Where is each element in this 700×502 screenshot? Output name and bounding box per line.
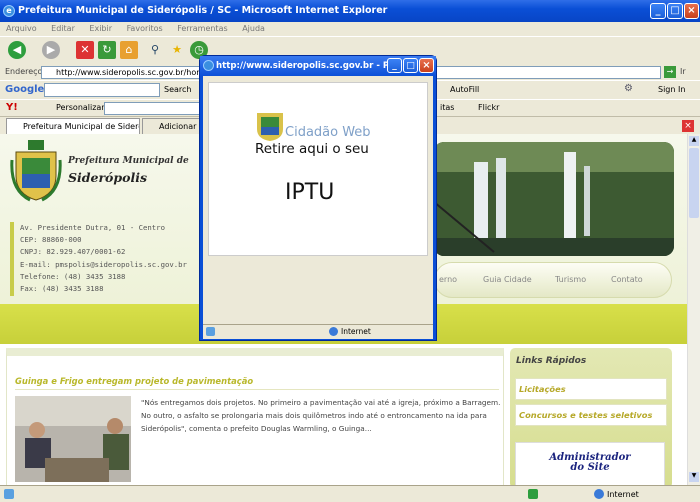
iptu-banner[interactable]: Cidadão Web Retire aqui o seu IPTU xyxy=(208,82,428,256)
autofill-button[interactable]: AutoFill xyxy=(450,85,479,94)
org-name: Prefeitura Municipal de xyxy=(68,156,189,166)
news-text: "Nós entregamos dois projetos. No primei… xyxy=(141,398,501,433)
menu-exibir[interactable]: Exibir xyxy=(89,24,112,33)
protected-mode-icon xyxy=(528,489,538,499)
google-logo: Google xyxy=(5,84,45,95)
window-titlebar: e Prefeitura Municipal de Siderópolis / … xyxy=(0,0,700,22)
popup-body: Cidadão Web Retire aqui o seu IPTU xyxy=(203,76,433,324)
scroll-thumb[interactable] xyxy=(689,148,699,218)
status-bar: Internet xyxy=(0,485,700,502)
go-icon[interactable]: → xyxy=(664,66,676,78)
quick-links-title: Links Rápidos xyxy=(516,356,587,366)
popup-page-icon xyxy=(206,327,215,336)
cidadao-web-brand: Cidadão Web xyxy=(285,125,371,140)
city-name: Siderópolis xyxy=(68,170,148,185)
contact-info: Av. Presidente Dutra, 01 - Centro CEP: 8… xyxy=(10,222,200,296)
yahoo-logo[interactable]: Y! xyxy=(6,102,18,113)
coat-of-arms-icon xyxy=(10,140,62,202)
vertical-scrollbar[interactable]: ▲ ▼ xyxy=(687,134,700,485)
news-title[interactable]: Guinga e Frigo entregam projeto de pavim… xyxy=(15,376,499,390)
ie-logo-icon: e xyxy=(3,5,15,17)
wrench-icon[interactable]: ⚙ xyxy=(624,83,633,94)
nav-contato[interactable]: Contato xyxy=(611,275,643,284)
refresh-icon[interactable]: ↻ xyxy=(98,41,116,59)
yahoo-favorites-button[interactable]: itas xyxy=(440,103,454,112)
search-icon[interactable]: ⚲ xyxy=(146,41,164,59)
home-icon[interactable]: ⌂ xyxy=(120,41,138,59)
nav-guia-cidade[interactable]: Guia Cidade xyxy=(483,275,532,284)
google-search-button[interactable]: Search xyxy=(164,85,191,94)
menu-ferramentas[interactable]: Ferramentas xyxy=(177,24,227,33)
contact-cnpj: CNPJ: 82.929.407/0001-62 xyxy=(20,247,126,257)
sign-in-button[interactable]: Sign In xyxy=(658,85,685,94)
status-zone: Internet xyxy=(607,490,639,499)
popup-close-button[interactable]: × xyxy=(419,58,434,73)
popup-status-bar: Internet xyxy=(203,324,433,339)
window-title: Prefeitura Municipal de Siderópolis / SC… xyxy=(18,5,388,16)
menu-favoritos[interactable]: Favoritos xyxy=(127,24,163,33)
nav-governo[interactable]: erno xyxy=(439,275,457,284)
stop-icon[interactable]: ✕ xyxy=(76,41,94,59)
tab-add[interactable]: Adicionar a xyxy=(142,118,200,134)
popup-minimize-button[interactable]: _ xyxy=(387,58,402,73)
link-concursos[interactable]: Concursos e testes seletivos xyxy=(515,404,667,426)
popup-iptu: IPTU xyxy=(285,180,335,205)
popup-globe-icon xyxy=(329,327,338,336)
contact-fax: Fax: (48) 3435 3188 xyxy=(20,284,104,294)
nav-menu: erno Guia Cidade Turismo Contato xyxy=(434,262,672,298)
scroll-up-icon[interactable]: ▲ xyxy=(689,136,699,146)
news-box: Guinga e Frigo entregam projeto de pavim… xyxy=(6,348,504,485)
popup-window[interactable]: http://www.sideropolis.sc.gov.br - P... … xyxy=(199,55,437,341)
popup-titlebar: http://www.sideropolis.sc.gov.br - P... … xyxy=(200,56,436,76)
favorites-icon[interactable]: ★ xyxy=(168,41,186,59)
menu-editar[interactable]: Editar xyxy=(51,24,75,33)
contact-phone: Telefone: (48) 3435 3188 xyxy=(20,271,126,281)
close-tab-icon[interactable]: × xyxy=(682,120,694,132)
forward-icon[interactable]: ▶ xyxy=(42,41,60,59)
waterfall-photo xyxy=(434,142,674,256)
personalize-button[interactable]: Personalizar xyxy=(56,103,105,112)
popup-status-zone: Internet xyxy=(341,327,371,336)
popup-ie-icon xyxy=(203,60,214,71)
page-icon xyxy=(4,489,14,499)
contact-address: Av. Presidente Dutra, 01 - Centro xyxy=(20,223,165,232)
maximize-button[interactable]: □ xyxy=(667,3,683,19)
cidadao-web-logo-icon xyxy=(257,113,283,141)
tab-prefeitura[interactable]: Prefeitura Municipal de Siderópo... xyxy=(6,118,140,134)
close-button[interactable]: × xyxy=(684,3,699,19)
go-button[interactable]: Ir xyxy=(680,67,686,76)
menu-ajuda[interactable]: Ajuda xyxy=(242,24,265,33)
popup-line1: Retire aqui o seu xyxy=(255,141,369,157)
contact-email: E-mail: pmspolis@sideropolis.sc.gov.br xyxy=(20,259,187,269)
scroll-down-icon[interactable]: ▼ xyxy=(689,472,699,482)
quick-links-panel: Links Rápidos Licitações Concursos e tes… xyxy=(510,348,672,485)
news-photo[interactable] xyxy=(15,396,131,482)
admin-banner[interactable]: Administrador do Site xyxy=(515,442,665,485)
back-icon[interactable]: ◀ xyxy=(8,41,26,59)
menu-bar: Arquivo Editar Exibir Favoritos Ferramen… xyxy=(0,22,700,36)
popup-maximize-button[interactable]: □ xyxy=(403,58,418,73)
globe-icon xyxy=(594,489,604,499)
contact-cep: CEP: 88860-000 xyxy=(20,235,82,245)
link-licitacoes[interactable]: Licitações xyxy=(515,378,667,400)
nav-turismo[interactable]: Turismo xyxy=(555,275,586,284)
address-label: Endereço xyxy=(5,67,43,76)
popup-title: http://www.sideropolis.sc.gov.br - P... xyxy=(216,61,398,71)
google-search-input[interactable] xyxy=(44,83,160,97)
minimize-button[interactable]: _ xyxy=(650,3,666,19)
menu-arquivo[interactable]: Arquivo xyxy=(6,24,37,33)
yahoo-search-input[interactable] xyxy=(104,102,200,115)
flickr-button[interactable]: Flickr xyxy=(478,103,499,112)
